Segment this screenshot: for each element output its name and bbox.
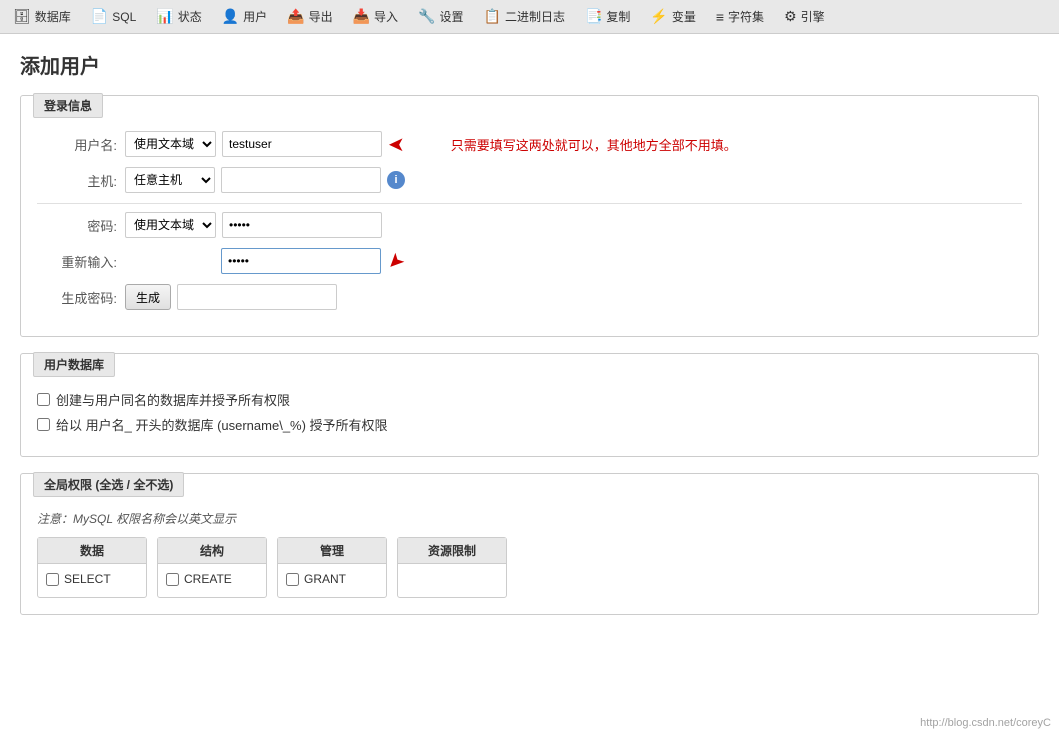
perm-boxes-container: 数据 SELECT 结构 CREATE <box>37 537 1022 598</box>
username-label: 用户名: <box>37 135 117 154</box>
generate-password-row: 生成密码: 生成 <box>37 284 1022 310</box>
host-label: 主机: <box>37 171 117 190</box>
perm-box-resource-title: 资源限制 <box>398 538 506 564</box>
password-type-select[interactable]: 使用文本域 <box>125 212 216 238</box>
login-section-body: 用户名: 使用文本域 ➤ 只需要填写这两处就可以，其他地方全部不用填。 主机: … <box>21 119 1038 336</box>
host-input[interactable] <box>221 167 381 193</box>
user-db-checkbox1[interactable] <box>37 393 50 406</box>
perm-select-checkbox[interactable] <box>46 573 59 586</box>
reenter-label: 重新输入: <box>37 252 117 271</box>
login-info-section: 登录信息 用户名: 使用文本域 ➤ 只需要填写这两处就可以，其他地方全部不用填。… <box>20 95 1039 337</box>
password-row: 密码: 使用文本域 <box>37 212 1022 238</box>
password-input[interactable] <box>222 212 382 238</box>
perm-grant-checkbox[interactable] <box>286 573 299 586</box>
nav-import[interactable]: 📥 导入 <box>344 3 407 30</box>
reenter-controls: ➤ <box>125 248 404 274</box>
username-type-select[interactable]: 使用文本域 <box>125 131 216 157</box>
username-controls: 使用文本域 ➤ 只需要填写这两处就可以，其他地方全部不用填。 <box>125 131 737 157</box>
user-db-option1-label: 创建与用户同名的数据库并授予所有权限 <box>56 390 290 409</box>
username-input[interactable] <box>222 131 382 157</box>
password-controls: 使用文本域 <box>125 212 382 238</box>
import-icon: 📥 <box>353 8 370 25</box>
perm-box-admin-body: GRANT <box>278 564 386 597</box>
arrow-password: ➤ <box>381 246 411 276</box>
nav-binlog[interactable]: 📋 二进制日志 <box>475 3 574 30</box>
engine-icon: ⚙ <box>784 8 797 25</box>
generated-password-input[interactable] <box>177 284 337 310</box>
user-db-body: 创建与用户同名的数据库并授予所有权限 给以 用户名_ 开头的数据库 (usern… <box>21 378 1038 456</box>
settings-icon: 🔧 <box>418 8 435 25</box>
generate-controls: 生成 <box>125 284 337 310</box>
nav-users[interactable]: 👤 用户 <box>213 3 276 30</box>
host-row: 主机: 任意主机 i <box>37 167 1022 193</box>
nav-sql[interactable]: 📄 SQL <box>82 3 145 30</box>
perm-grant: GRANT <box>286 572 378 586</box>
user-db-section: 用户数据库 创建与用户同名的数据库并授予所有权限 给以 用户名_ 开头的数据库 … <box>20 353 1039 457</box>
user-db-option2-label: 给以 用户名_ 开头的数据库 (username\_%) 授予所有权限 <box>56 415 388 434</box>
top-navigation: 🗄 数据库 📄 SQL 📊 状态 👤 用户 📤 导出 📥 导入 🔧 设置 📋 二… <box>0 0 1059 34</box>
perm-box-data: 数据 SELECT <box>37 537 147 598</box>
main-content: 添加用户 登录信息 用户名: 使用文本域 ➤ 只需要填写这两处就可以，其他地方全… <box>0 34 1059 737</box>
user-db-option1-row: 创建与用户同名的数据库并授予所有权限 <box>37 390 1022 409</box>
perm-box-resource-body <box>398 564 506 594</box>
host-type-select[interactable]: 任意主机 <box>125 167 215 193</box>
divider-1 <box>37 203 1022 204</box>
reenter-password-input[interactable] <box>221 248 381 274</box>
perm-box-admin-title: 管理 <box>278 538 386 564</box>
perm-box-structure-body: CREATE <box>158 564 266 597</box>
user-db-checkbox2[interactable] <box>37 418 50 431</box>
perms-note: 注意：MySQL 权限名称会以英文显示 <box>37 510 1022 527</box>
nav-engine[interactable]: ⚙ 引擎 <box>775 3 834 30</box>
global-perms-legend: 全局权限 (全选 / 全不选) <box>33 472 184 497</box>
nav-variables[interactable]: ⚡ 变量 <box>641 3 704 30</box>
host-controls: 任意主机 i <box>125 167 405 193</box>
nav-export[interactable]: 📤 导出 <box>278 3 341 30</box>
nav-replication[interactable]: 📑 复制 <box>576 3 639 30</box>
username-row: 用户名: 使用文本域 ➤ 只需要填写这两处就可以，其他地方全部不用填。 <box>37 131 1022 157</box>
perm-create-checkbox[interactable] <box>166 573 179 586</box>
login-section-legend: 登录信息 <box>33 93 103 118</box>
nav-database[interactable]: 🗄 数据库 <box>4 3 80 30</box>
page-title: 添加用户 <box>20 50 1039 79</box>
generate-label: 生成密码: <box>37 288 117 307</box>
perm-box-data-body: SELECT <box>38 564 146 597</box>
perm-box-resource: 资源限制 <box>397 537 507 598</box>
user-icon: 👤 <box>222 8 239 25</box>
watermark: http://blog.csdn.net/coreyC <box>920 717 1051 729</box>
password-label: 密码: <box>37 216 117 235</box>
nav-status[interactable]: 📊 状态 <box>147 3 210 30</box>
perm-box-structure-title: 结构 <box>158 538 266 564</box>
perm-create-label: CREATE <box>184 572 232 586</box>
binlog-icon: 📋 <box>484 8 501 25</box>
perm-select-label: SELECT <box>64 572 111 586</box>
reenter-password-row: 重新输入: ➤ <box>37 248 1022 274</box>
perm-box-admin: 管理 GRANT <box>277 537 387 598</box>
user-db-option2-row: 给以 用户名_ 开头的数据库 (username\_%) 授予所有权限 <box>37 415 1022 434</box>
nav-settings[interactable]: 🔧 设置 <box>409 3 472 30</box>
perm-grant-label: GRANT <box>304 572 346 586</box>
global-perms-body: 注意：MySQL 权限名称会以英文显示 数据 SELECT 结构 <box>21 498 1038 614</box>
annotation-text: 只需要填写这两处就可以，其他地方全部不用填。 <box>451 135 737 154</box>
user-db-legend: 用户数据库 <box>33 352 115 377</box>
perm-create: CREATE <box>166 572 258 586</box>
replication-icon: 📑 <box>585 8 602 25</box>
info-icon[interactable]: i <box>387 171 405 189</box>
perm-select: SELECT <box>46 572 138 586</box>
export-icon: 📤 <box>287 8 304 25</box>
status-icon: 📊 <box>156 8 173 25</box>
nav-charset[interactable]: ≡ 字符集 <box>707 3 773 30</box>
variables-icon: ⚡ <box>650 8 667 25</box>
generate-button[interactable]: 生成 <box>125 284 171 310</box>
database-icon: 🗄 <box>13 8 31 25</box>
arrow-username: ➤ <box>388 132 405 157</box>
perm-box-data-title: 数据 <box>38 538 146 564</box>
sql-icon: 📄 <box>91 8 108 25</box>
charset-icon: ≡ <box>716 9 724 25</box>
perm-box-structure: 结构 CREATE <box>157 537 267 598</box>
global-perms-section: 全局权限 (全选 / 全不选) 注意：MySQL 权限名称会以英文显示 数据 S… <box>20 473 1039 615</box>
